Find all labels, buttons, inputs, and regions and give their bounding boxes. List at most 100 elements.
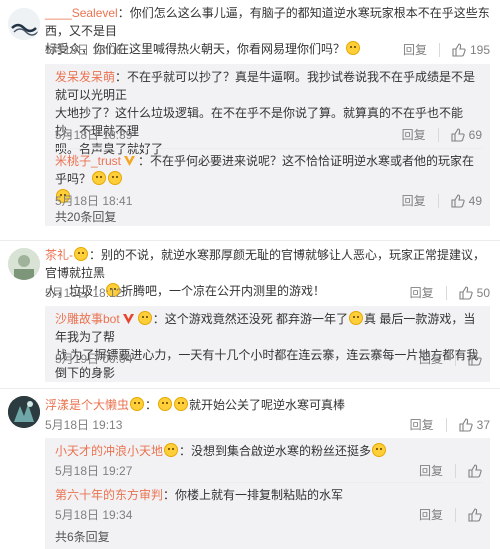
emoji-icon bbox=[74, 247, 88, 261]
reply-text-line: ：这个游戏竟然还没死 都弃游一年了 bbox=[152, 312, 349, 326]
emoji-icon bbox=[164, 443, 179, 457]
comment-item: ____Sealevel：你们怎么这么事儿逼，有脑子的都知道逆水寒玩家根本不在乎… bbox=[0, 0, 500, 226]
reply-label: 回复 bbox=[402, 43, 427, 57]
timestamp: 5月19日 00:04 bbox=[55, 352, 133, 366]
comment-text-line: 就开始公关了呢逆水寒可真棒 bbox=[189, 398, 346, 412]
emoji-icon bbox=[158, 397, 173, 411]
like-button[interactable]: 49 bbox=[451, 192, 482, 210]
avatar[interactable] bbox=[8, 8, 40, 40]
reply-item: 发呆发呆萌：不在乎就可以抄了？真是牛逼啊。我抄试卷说我不在乎成绩是不是就可以光明… bbox=[55, 68, 482, 158]
reply-item: 沙雕故事bot ：这个游戏竟然还没死 都弃游一年了真 最后一款游戏，当年我为了帮 … bbox=[55, 310, 482, 382]
reply-meta: 5月18日 18:41 回复 49 bbox=[55, 192, 482, 210]
more-replies-link[interactable]: 共6条回复 bbox=[55, 530, 110, 544]
thumbs-up-icon bbox=[459, 418, 473, 432]
comment-meta: 5月18日 18:06 回复 195 bbox=[45, 41, 490, 59]
reply-button[interactable]: 回复 bbox=[410, 416, 434, 434]
username-link[interactable]: 小天才的冲浪小天地 bbox=[55, 444, 163, 458]
timestamp: 5月18日 19:34 bbox=[55, 508, 133, 522]
like-button[interactable]: 69 bbox=[451, 126, 482, 144]
reply-actions: 回复 49 bbox=[402, 192, 482, 210]
emoji-icon bbox=[372, 443, 387, 457]
thumbs-up-icon bbox=[452, 43, 466, 57]
reply-meta: 5月18日 19:34 回复 bbox=[55, 506, 482, 524]
timestamp: 5月18日 18:41 bbox=[55, 194, 133, 208]
timestamp: 5月18日 18:06 bbox=[45, 43, 123, 57]
thumbs-up-icon bbox=[468, 352, 482, 366]
like-count: 37 bbox=[476, 418, 490, 432]
comment-feed: ____Sealevel：你们怎么这么事儿逼，有脑子的都知道逆水寒玩家根本不在乎… bbox=[0, 0, 500, 549]
divider bbox=[0, 388, 500, 389]
divider bbox=[0, 240, 500, 241]
more-replies-link[interactable]: 共20条回复 bbox=[55, 210, 116, 224]
reply-label: 回复 bbox=[409, 418, 434, 432]
emoji-icon bbox=[349, 311, 364, 325]
divider bbox=[455, 352, 456, 366]
reply-text-line: ：不在乎就可以抄了？真是牛逼啊。我抄试卷说我不在乎成绩是不是就可以光明正 bbox=[55, 70, 476, 102]
divider bbox=[445, 418, 447, 432]
emoji-icon bbox=[174, 397, 189, 411]
like-button[interactable]: 37 bbox=[459, 416, 490, 434]
verified-badge-icon bbox=[124, 156, 136, 166]
verified-badge-icon bbox=[122, 314, 134, 324]
reply-actions: 回复 69 bbox=[402, 126, 482, 144]
username-link[interactable]: ____Sealevel bbox=[45, 6, 118, 20]
username-link[interactable]: 沙雕故事bot bbox=[55, 312, 120, 326]
like-button[interactable] bbox=[468, 352, 482, 366]
reply-label: 回复 bbox=[418, 464, 443, 478]
emoji-icon bbox=[130, 397, 145, 411]
like-button[interactable] bbox=[468, 508, 482, 522]
comment-item: 浮漾是个大懒虫：就开始公关了呢逆水寒可真棒 5月18日 19:13 回复 37 … bbox=[0, 392, 500, 549]
thumbs-up-icon bbox=[468, 508, 482, 522]
reply-text-line: ：没想到集合啟逆水寒的粉丝还挺多 bbox=[179, 444, 372, 458]
username-link[interactable]: 米桃子_trust bbox=[55, 154, 121, 168]
reply-list: 沙雕故事bot ：这个游戏竟然还没死 都弃游一年了真 最后一款游戏，当年我为了帮 … bbox=[45, 306, 490, 382]
timestamp: 5月18日 18:12 bbox=[45, 286, 123, 300]
reply-actions: 回复 bbox=[419, 462, 482, 480]
divider bbox=[437, 128, 439, 142]
comment-item: 茶礼- ：别的不说，就逆水寒那厚颜无耻的官博就够让人恶心，玩家正常提建议，官博就拉… bbox=[0, 244, 500, 384]
timestamp: 5月18日 19:13 bbox=[45, 418, 123, 432]
reply-button[interactable]: 回复 bbox=[402, 126, 426, 144]
reply-item: 第六十年的东方审判：你楼上就有一排复制粘贴的水军 5月18日 19:34 回复 bbox=[55, 486, 482, 522]
reply-item: 米桃子_trust ：不在乎何必要进来说呢？这不恰恰证明逆水寒或者他的玩家在乎吗？… bbox=[55, 152, 482, 208]
reply-label: 回复 bbox=[409, 286, 434, 300]
username-link[interactable]: 第六十年的东方审判 bbox=[55, 488, 163, 502]
comment-actions: 回复 37 bbox=[410, 416, 490, 434]
like-button[interactable]: 195 bbox=[452, 41, 490, 59]
divider bbox=[445, 286, 447, 300]
like-count: 50 bbox=[476, 286, 490, 300]
reply-text-line: ：你楼上就有一排复制粘贴的水军 bbox=[163, 488, 344, 502]
reply-button[interactable]: 回复 bbox=[419, 506, 443, 524]
thumbs-up-icon bbox=[459, 286, 473, 300]
username-link[interactable]: 发呆发呆萌 bbox=[55, 70, 115, 84]
avatar[interactable] bbox=[8, 396, 40, 428]
like-button[interactable]: 50 bbox=[459, 284, 490, 302]
reply-label: 回复 bbox=[418, 352, 443, 366]
avatar[interactable] bbox=[8, 248, 40, 280]
username-link[interactable]: 浮漾是个大懒虫 bbox=[45, 398, 129, 412]
reply-actions: 回复 bbox=[419, 506, 482, 524]
like-button[interactable] bbox=[468, 464, 482, 478]
thumbs-up-icon bbox=[468, 464, 482, 478]
reply-button[interactable]: 回复 bbox=[419, 350, 443, 368]
reply-label: 回复 bbox=[401, 128, 426, 142]
reply-meta: 5月19日 00:04 回复 bbox=[55, 350, 482, 368]
timestamp: 5月18日 18:39 bbox=[55, 128, 133, 142]
reply-button[interactable]: 回复 bbox=[402, 192, 426, 210]
reply-meta: 5月18日 19:27 回复 bbox=[55, 462, 482, 480]
reply-list: 小天才的冲浪小天地 ：没想到集合啟逆水寒的粉丝还挺多 5月18日 19:27 回复… bbox=[45, 438, 490, 549]
reply-label: 回复 bbox=[418, 508, 443, 522]
reply-button[interactable]: 回复 bbox=[410, 284, 434, 302]
reply-button[interactable]: 回复 bbox=[403, 41, 427, 59]
comment-meta: 5月18日 18:12 回复 50 bbox=[45, 284, 490, 302]
username-link[interactable]: 茶礼- bbox=[45, 248, 73, 262]
comment-text: 浮漾是个大懒虫：就开始公关了呢逆水寒可真棒 bbox=[45, 397, 346, 412]
thumbs-up-icon bbox=[451, 128, 465, 142]
thumbs-up-icon bbox=[451, 194, 465, 208]
reply-button[interactable]: 回复 bbox=[419, 462, 443, 480]
divider bbox=[455, 508, 456, 522]
like-count: 69 bbox=[468, 128, 482, 142]
divider bbox=[55, 482, 482, 483]
comment-actions: 回复 50 bbox=[410, 284, 490, 302]
comment-text-line: ：别的不说，就逆水寒那厚颜无耻的官博就够让人恶心，玩家正常提建议，官博就拉黑 bbox=[45, 248, 486, 280]
